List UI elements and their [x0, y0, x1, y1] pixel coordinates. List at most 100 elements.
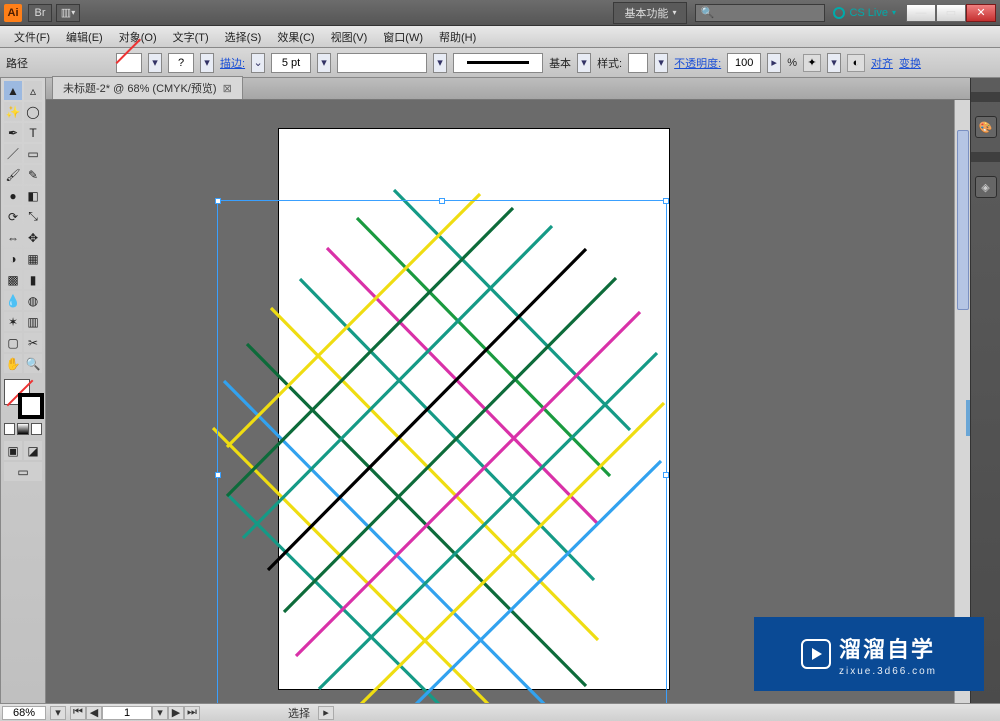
selection-handle[interactable]	[663, 198, 669, 204]
maximize-button[interactable]: ▭	[936, 4, 966, 22]
tool-hand[interactable]: ✋	[4, 354, 22, 373]
canvas[interactable]	[46, 100, 970, 703]
nav-first[interactable]: ⏮	[70, 706, 86, 720]
cslive-button[interactable]: CS Live ▾	[833, 7, 896, 19]
tool-zoom[interactable]: 🔍	[24, 354, 42, 373]
tool-magic-wand[interactable]: ✨	[4, 102, 22, 121]
arrange-button[interactable]: ▥ ▾	[56, 4, 80, 22]
style-menu[interactable]: ▾	[654, 53, 668, 73]
menu-view[interactable]: 视图(V)	[323, 29, 376, 45]
tool-artboard[interactable]: ▢	[4, 333, 22, 352]
nav-next[interactable]: ▶	[168, 706, 184, 720]
tool-shape-builder[interactable]: ◑	[4, 249, 22, 268]
document-tabbar: 未标题-2* @ 68% (CMYK/预览) ⊠	[46, 78, 970, 100]
recolor-artwork-icon[interactable]: ✦	[803, 54, 821, 72]
stroke-weight-down[interactable]: ⌄	[251, 53, 265, 73]
tool-rotate[interactable]: ⟳	[4, 207, 22, 226]
opacity-menu[interactable]: ▸	[767, 53, 781, 73]
menu-help[interactable]: 帮助(H)	[431, 29, 484, 45]
mode-none[interactable]	[31, 423, 42, 435]
close-tab-icon[interactable]: ⊠	[223, 82, 232, 95]
stroke-label[interactable]: 描边:	[220, 55, 245, 71]
opacity-input[interactable]	[727, 53, 761, 73]
tool-direct-select[interactable]: ▵	[24, 81, 42, 100]
bridge-button[interactable]: Br	[28, 4, 52, 22]
search-input[interactable]: 🔍	[695, 4, 825, 22]
draw-behind[interactable]: ◪	[24, 441, 42, 460]
menu-type[interactable]: 文字(T)	[165, 29, 217, 45]
tool-gradient[interactable]: ▮	[24, 270, 42, 289]
document-tab[interactable]: 未标题-2* @ 68% (CMYK/预览) ⊠	[52, 76, 243, 99]
mode-gradient[interactable]	[17, 423, 28, 435]
menu-edit[interactable]: 编辑(E)	[58, 29, 111, 45]
tool-eraser[interactable]: ◧	[24, 186, 42, 205]
dock-grip-2[interactable]	[971, 152, 1000, 162]
zoom-input[interactable]	[2, 706, 46, 720]
brush-definition[interactable]	[453, 53, 543, 73]
nav-prev[interactable]: ◀	[86, 706, 102, 720]
align-link[interactable]: 对齐	[871, 55, 893, 71]
stroke-swatch[interactable]: ?	[168, 53, 194, 73]
color-panel-icon[interactable]: 🎨	[975, 116, 997, 138]
zoom-menu[interactable]: ▾	[50, 706, 66, 720]
tool-pencil[interactable]: ✎	[24, 165, 42, 184]
fill-swatch[interactable]	[116, 53, 142, 73]
tool-lasso[interactable]: ◯	[24, 102, 42, 121]
dock-grip[interactable]	[971, 92, 1000, 102]
tool-width[interactable]: ⇔	[4, 228, 22, 247]
menu-select[interactable]: 选择(S)	[217, 29, 270, 45]
selection-handle[interactable]	[215, 472, 221, 478]
style-swatch[interactable]	[628, 53, 648, 73]
menu-window[interactable]: 窗口(W)	[375, 29, 431, 45]
nav-last[interactable]: ⏭	[184, 706, 200, 720]
minimize-button[interactable]: —	[906, 4, 936, 22]
transform-link[interactable]: 变换	[899, 55, 921, 71]
tool-type[interactable]: T	[24, 123, 42, 142]
tool-rectangle[interactable]: ▭	[24, 144, 42, 163]
fill-dropdown[interactable]: ▾	[148, 53, 162, 73]
selection-handle[interactable]	[663, 472, 669, 478]
layers-panel-icon[interactable]: ◈	[975, 176, 997, 198]
menu-effect[interactable]: 效果(C)	[269, 29, 322, 45]
tool-free-transform[interactable]: ✥	[24, 228, 42, 247]
stroke-dropdown[interactable]: ▾	[200, 53, 214, 73]
brush-menu[interactable]: ▾	[577, 53, 591, 73]
draw-normal[interactable]: ▣	[4, 441, 22, 460]
screen-mode[interactable]: ▭	[4, 462, 42, 481]
ruler-marker	[966, 400, 970, 436]
variable-width-profile[interactable]	[337, 53, 427, 73]
recolor-menu[interactable]: ▾	[827, 53, 841, 73]
tool-perspective[interactable]: ▦	[24, 249, 42, 268]
tool-symbol-spray[interactable]: ✶	[4, 312, 22, 331]
cslive-icon	[833, 7, 845, 19]
tool-pen[interactable]: ✒	[4, 123, 22, 142]
workspace-switcher[interactable]: 基本功能▾	[613, 2, 687, 24]
selection-handle[interactable]	[215, 198, 221, 204]
opacity-label[interactable]: 不透明度:	[674, 55, 721, 71]
select-similar-icon[interactable]: ◐	[847, 54, 865, 72]
selection-bounding-box[interactable]	[217, 200, 667, 703]
stroke-indicator[interactable]	[18, 393, 44, 419]
mode-color[interactable]	[4, 423, 15, 435]
tool-blend[interactable]: ◍	[24, 291, 42, 310]
menu-file[interactable]: 文件(F)	[6, 29, 58, 45]
tool-line[interactable]: ／	[4, 144, 22, 163]
nav-menu[interactable]: ▾	[152, 706, 168, 720]
tool-eyedropper[interactable]: 💧	[4, 291, 22, 310]
tool-graph[interactable]: ▥	[24, 312, 42, 331]
stroke-weight-input[interactable]	[271, 53, 311, 73]
tool-paintbrush[interactable]: 🖌	[4, 165, 22, 184]
status-menu[interactable]: ▸	[318, 706, 334, 720]
scrollbar-thumb[interactable]	[957, 130, 969, 310]
tool-scale[interactable]: ⤡	[24, 207, 42, 226]
tool-blob[interactable]: ●	[4, 186, 22, 205]
stroke-weight-menu[interactable]: ▾	[317, 53, 331, 73]
close-button[interactable]: ✕	[966, 4, 996, 22]
tool-slice[interactable]: ✂	[24, 333, 42, 352]
fill-stroke-indicator[interactable]	[4, 379, 44, 419]
vw-profile-menu[interactable]: ▾	[433, 53, 447, 73]
tool-selection[interactable]: ▲	[4, 81, 22, 100]
selection-handle[interactable]	[439, 198, 445, 204]
artboard-number[interactable]	[102, 706, 152, 720]
tool-mesh[interactable]: ▩	[4, 270, 22, 289]
